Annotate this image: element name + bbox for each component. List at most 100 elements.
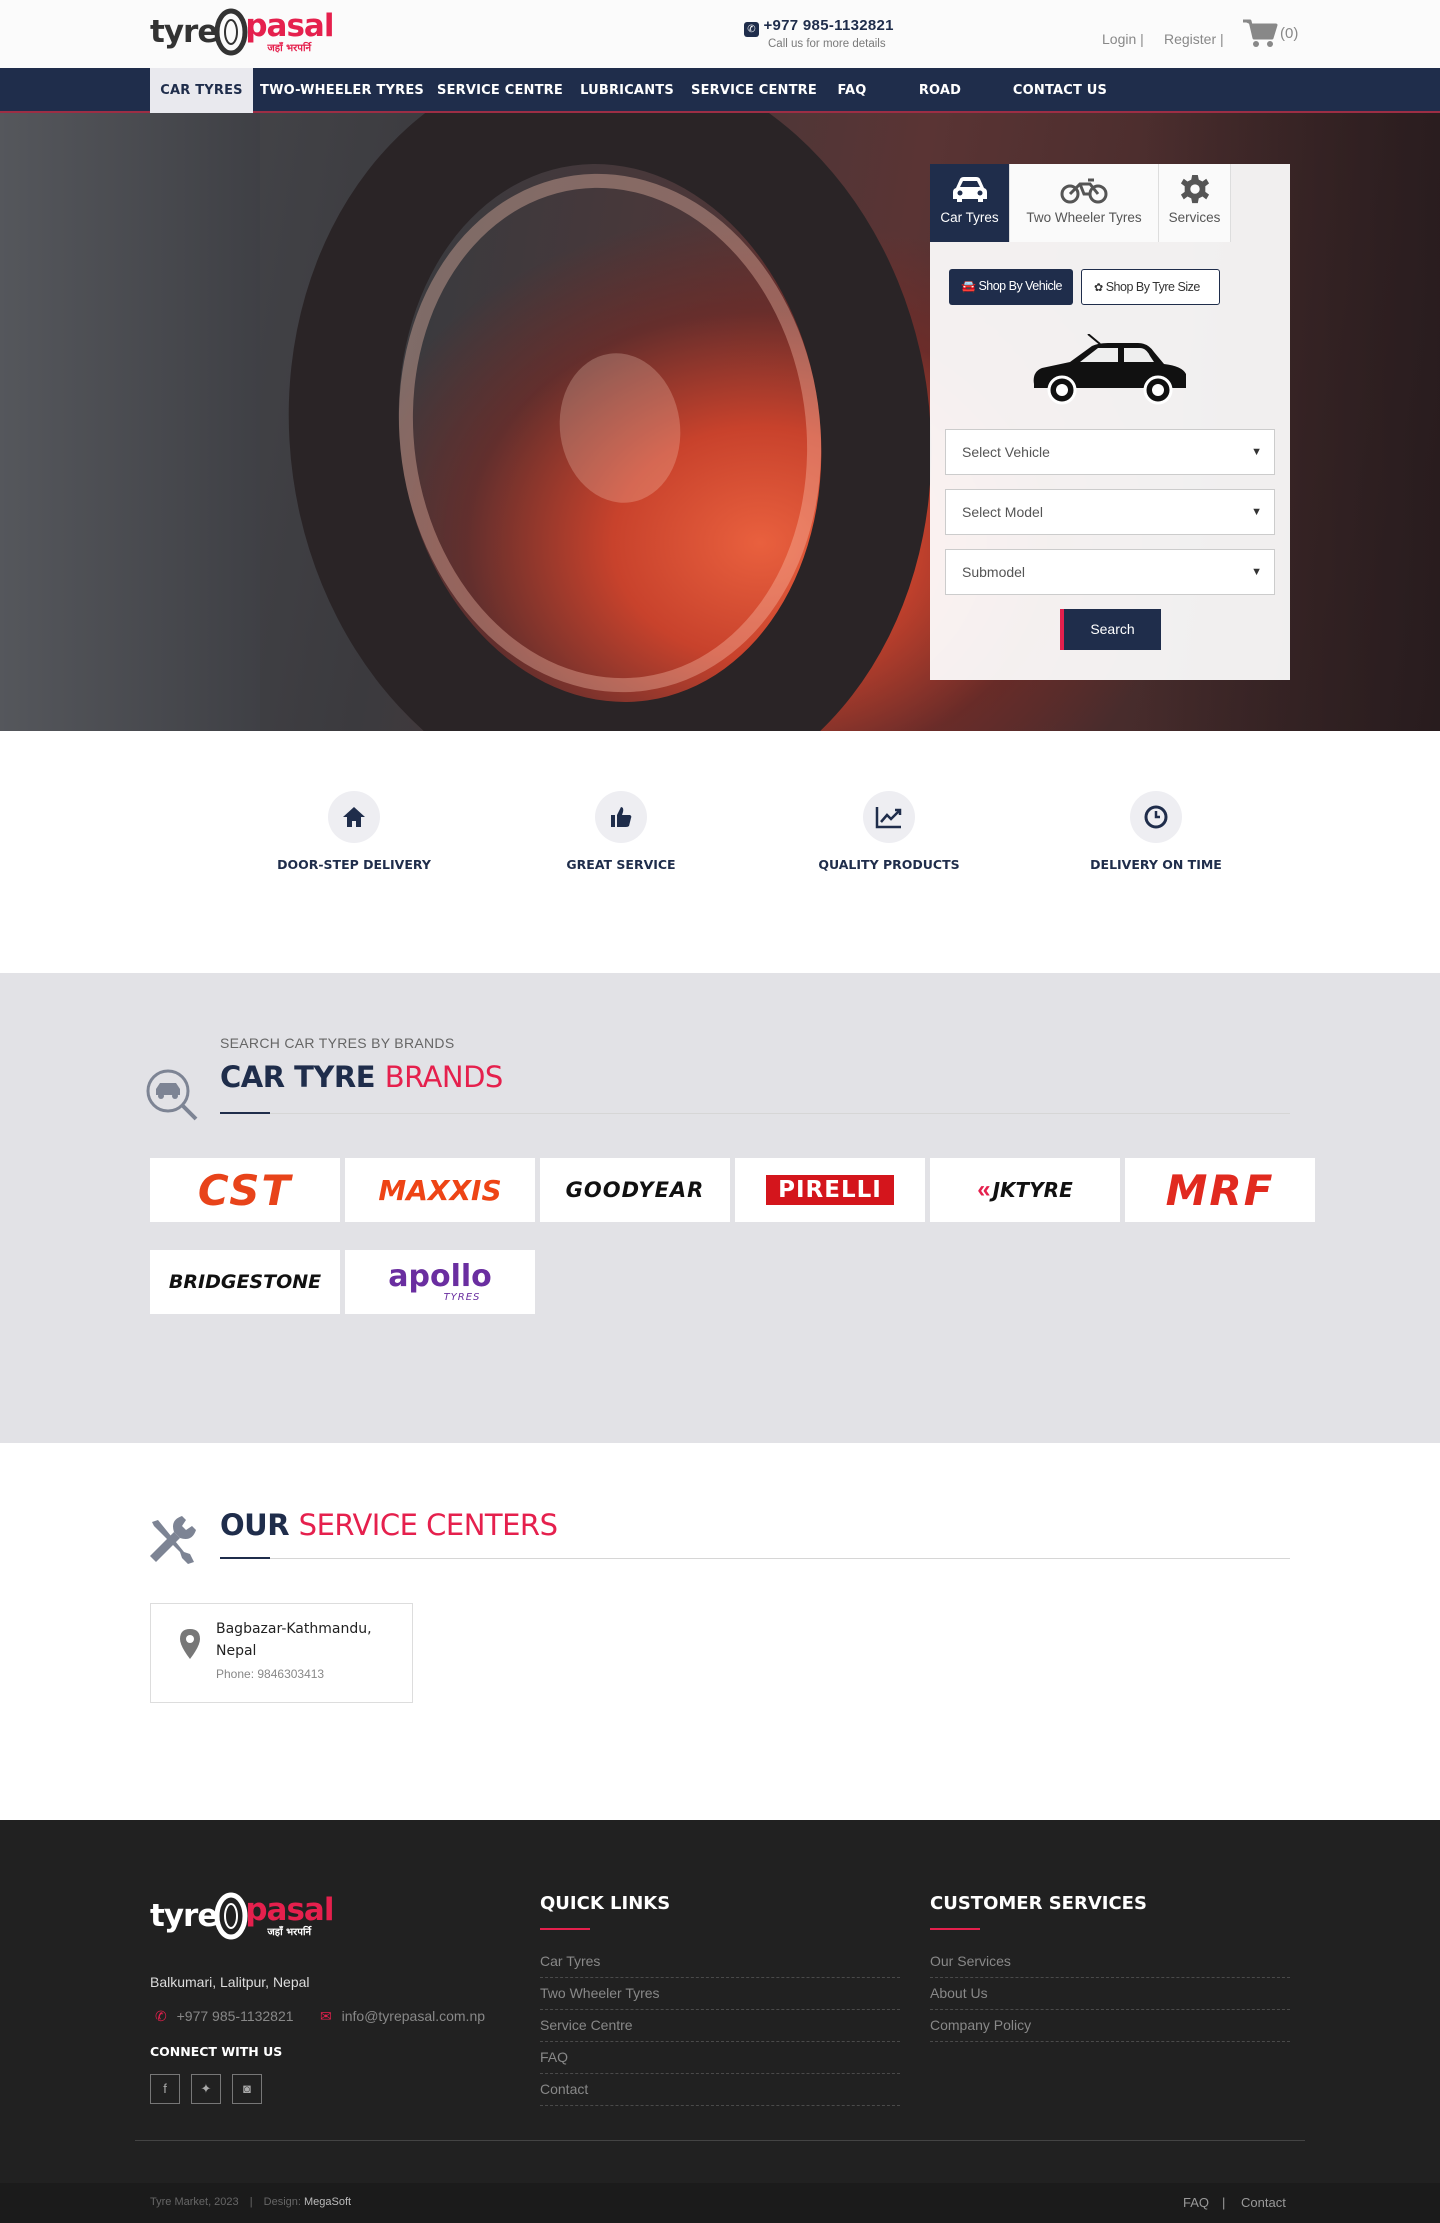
footer-email[interactable]: ✉ info@tyrepasal.com.np (320, 2008, 485, 2025)
footer-link-two-wheeler-tyres[interactable]: Two Wheeler Tyres (540, 1978, 900, 2010)
heading-underline (930, 1928, 980, 1930)
service-title-a: OUR (220, 1508, 290, 1542)
logo-word-pasal: pasal (245, 7, 334, 44)
feature-label: QUALITY PRODUCTS (818, 857, 960, 872)
select-model-dropdown[interactable]: Select Model ▼ (945, 489, 1275, 535)
feature-delivery-on-time: DELIVERY ON TIME (1056, 791, 1256, 872)
brand-apollo[interactable]: apollo TYRES (345, 1250, 535, 1314)
brands-title-b: BRANDS (384, 1060, 504, 1094)
site-logo[interactable]: tyre pasal जहाँ भरपर्नि (150, 7, 334, 56)
footer-link-car-tyres[interactable]: Car Tyres (540, 1946, 900, 1978)
tools-icon (150, 1516, 196, 1564)
footer-link-company-policy[interactable]: Company Policy (930, 2010, 1290, 2042)
separator: | (1220, 31, 1224, 47)
brand-logo-text: JKTYRE (992, 1178, 1073, 1202)
chevron-down-icon: ▼ (1251, 566, 1262, 578)
nav-two-wheeler-tyres[interactable]: TWO-WHEELER TYRES (258, 68, 426, 113)
tyre-logo-icon (214, 8, 248, 56)
footer-link-service-centre[interactable]: Service Centre (540, 2010, 900, 2042)
footer: tyre pasal जहाँ भरपर्नि Balkumari, Lalit… (0, 1820, 1440, 2223)
footer-phone: ✆ +977 985-1132821 (155, 2008, 294, 2025)
footer-link-about-us[interactable]: About Us (930, 1978, 1290, 2010)
select-vehicle-value: Select Vehicle (962, 444, 1050, 460)
chevron-down-icon: ▼ (1251, 446, 1262, 458)
chart-icon (875, 807, 902, 829)
shopping-cart-icon (1243, 19, 1278, 47)
brand-pirelli[interactable]: PIRELLI (735, 1158, 925, 1222)
gear-small-icon: ✿ (1094, 282, 1103, 294)
thumbs-up-icon (611, 807, 632, 827)
service-center-card[interactable]: Bagbazar-Kathmandu, Nepal Phone: 9846303… (150, 1603, 413, 1703)
brand-bridgestone[interactable]: BRIDGESTONE (150, 1250, 340, 1314)
login-link[interactable]: Login | (1102, 31, 1144, 47)
header-phone-subtext: Call us for more details (768, 38, 886, 50)
login-link-label[interactable]: Login (1102, 31, 1136, 47)
shop-by-vehicle-button[interactable]: 🚘 Shop By Vehicle (949, 269, 1073, 305)
brand-maxxis[interactable]: MAXXIS (345, 1158, 535, 1222)
tab-services[interactable]: Services (1159, 164, 1231, 242)
feature-icon-circle (328, 791, 380, 843)
nav-service-centre-2[interactable]: SERVICE CENTRE (686, 68, 822, 113)
tab-car-tyres[interactable]: Car Tyres (930, 164, 1010, 242)
header-phone-number: +977 985-1132821 (763, 17, 894, 34)
logo-tagline: जहाँ भरपर्नि (267, 1926, 312, 1938)
brand-logo-subtext: TYRES (443, 1291, 481, 1303)
register-link[interactable]: Register | (1164, 31, 1224, 47)
design-credit-link[interactable]: MegaSoft (304, 2196, 351, 2208)
footer-link-our-services[interactable]: Our Services (930, 1946, 1290, 1978)
register-link-label[interactable]: Register (1164, 31, 1216, 47)
nav-road-tales-label: ROAD TALES (917, 83, 962, 143)
connect-heading: CONNECT WITH US (150, 2044, 283, 2059)
brand-mrf[interactable]: MRF (1125, 1158, 1315, 1222)
separator: | (1140, 31, 1144, 47)
hatchback-car-image (1033, 334, 1186, 405)
brand-logo-text: PIRELLI (766, 1175, 894, 1205)
footer-link-contact[interactable]: Contact (540, 2074, 900, 2106)
nav-car-tyres[interactable]: CAR TYRES (150, 68, 253, 113)
instagram-icon[interactable]: ◙ (232, 2074, 262, 2104)
brands-title-a: CAR TYRE (220, 1060, 376, 1094)
cart-button[interactable]: (0) (1242, 18, 1298, 48)
nav-lubricants[interactable]: LUBRICANTS (574, 68, 680, 113)
select-vehicle-dropdown[interactable]: Select Vehicle ▼ (945, 429, 1275, 475)
footer-link-faq[interactable]: FAQ (540, 2042, 900, 2074)
bottom-separator: | (1222, 2195, 1226, 2210)
gear-icon (1180, 174, 1209, 204)
nav-road-tales[interactable]: ROAD TALES ⌄ (881, 68, 985, 157)
brand-logo-text: GOODYEAR (565, 1178, 705, 1202)
nav-service-centre[interactable]: SERVICE CENTRE (432, 68, 568, 113)
facebook-icon[interactable]: f (150, 2074, 180, 2104)
brand-logo-text: MRF (1165, 1165, 1275, 1215)
cart-count: (0) (1280, 24, 1299, 42)
chevron-down-icon: ▼ (1251, 506, 1262, 518)
phone-icon: ✆ (744, 22, 759, 37)
shop-by-tyre-size-label: Shop By Tyre Size (1105, 280, 1201, 294)
bottom-contact-link[interactable]: Contact (1241, 2195, 1286, 2210)
brand-cst[interactable]: CST (150, 1158, 340, 1222)
home-icon (343, 807, 365, 827)
tab-services-label: Services (1168, 210, 1221, 225)
nav-contact-us[interactable]: CONTACT US (1005, 68, 1115, 113)
select-model-value: Select Model (962, 504, 1043, 520)
select-submodel-dropdown[interactable]: Submodel ▼ (945, 549, 1275, 595)
bottom-faq-link[interactable]: FAQ (1183, 2195, 1209, 2210)
service-centers-title: OUR SERVICE CENTERS (220, 1508, 558, 1542)
nav-faq[interactable]: FAQ (829, 68, 875, 113)
footer-email-address[interactable]: info@tyrepasal.com.np (342, 2008, 485, 2024)
brands-subtitle: SEARCH CAR TYRES BY BRANDS (220, 1035, 455, 1051)
phone-icon: ✆ (155, 2008, 167, 2024)
brand-jktyre[interactable]: « JKTYRE (930, 1158, 1120, 1222)
twitter-icon[interactable]: ✦ (191, 2074, 221, 2104)
search-button[interactable]: Search (1060, 609, 1161, 650)
brand-goodyear[interactable]: GOODYEAR (540, 1158, 730, 1222)
car-icon (952, 177, 987, 202)
feature-label: GREAT SERVICE (566, 857, 676, 872)
brand-logo-text: CST (197, 1165, 293, 1215)
tyre-finder-panel: Car Tyres Two Wheeler Tyres Services 🚘 S… (930, 164, 1290, 680)
footer-phone-number: +977 985-1132821 (176, 2008, 294, 2024)
shop-by-tyre-size-button[interactable]: ✿ Shop By Tyre Size (1081, 269, 1220, 305)
tab-two-wheeler-tyres[interactable]: Two Wheeler Tyres (1010, 164, 1159, 242)
footer-logo[interactable]: tyre pasal जहाँ भरपर्नि (150, 1892, 334, 1940)
search-car-icon (146, 1069, 198, 1121)
brand-logo-text: MAXXIS (378, 1173, 502, 1207)
